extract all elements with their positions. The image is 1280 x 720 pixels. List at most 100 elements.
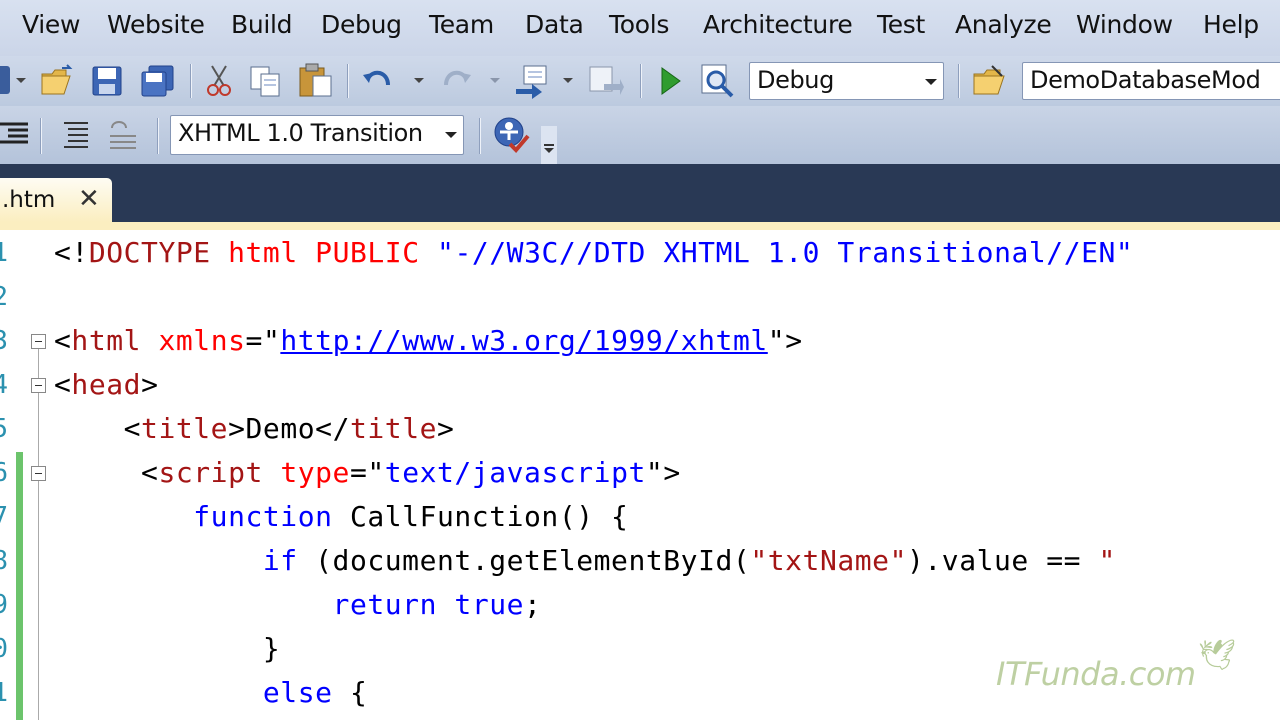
menu-help[interactable]: Help — [1203, 10, 1259, 39]
menu-tools[interactable]: Tools — [609, 10, 669, 39]
collapse-html-icon[interactable] — [31, 334, 46, 349]
code-token: =" — [349, 456, 385, 489]
undo-icon[interactable] — [362, 65, 394, 97]
menu-data[interactable]: Data — [525, 10, 584, 39]
code-token: < — [54, 368, 72, 401]
startup-project-dropdown[interactable]: DemoDatabaseMod — [1022, 62, 1280, 100]
outdent-icon[interactable] — [106, 118, 140, 152]
save-icon[interactable] — [91, 65, 123, 97]
menu-test[interactable]: Test — [877, 10, 925, 39]
code-token: < — [54, 324, 72, 357]
add-item-icon[interactable] — [0, 66, 10, 94]
add-item-dropdown-icon[interactable] — [16, 78, 26, 83]
copy-icon[interactable] — [248, 64, 284, 98]
code-token: Demo — [245, 412, 316, 445]
code-token: else — [262, 676, 333, 709]
solution-configuration-dropdown[interactable]: Debug — [749, 62, 944, 100]
collapse-script-icon[interactable] — [31, 466, 46, 481]
standard-toolbar: Debug DemoDatabaseMod — [0, 56, 1280, 106]
format-icon[interactable] — [58, 118, 92, 152]
tab-htm-document[interactable]: .htm ✕ — [0, 178, 112, 222]
code-editor[interactable]: 1 <!DOCTYPE html PUBLIC "-//W3C//DTD XHTM… — [0, 230, 1280, 720]
redo-dropdown-icon[interactable] — [490, 78, 500, 83]
code-line[interactable]: <!DOCTYPE html PUBLIC "-//W3C//DTD XHTML… — [54, 236, 1133, 269]
code-token: " — [1098, 544, 1116, 577]
code-line[interactable]: if (document.getElementById("txtName").v… — [54, 544, 1116, 577]
collapse-head-icon[interactable] — [31, 378, 46, 393]
menu-analyze[interactable]: Analyze — [955, 10, 1052, 39]
toolbar-separator — [40, 118, 41, 154]
toolbar-separator — [958, 64, 959, 98]
find-icon[interactable] — [586, 64, 624, 98]
code-line[interactable]: <script type="text/javascript"> — [54, 456, 681, 489]
redo-icon[interactable] — [440, 65, 472, 97]
undo-dropdown-icon[interactable] — [414, 78, 424, 83]
code-line[interactable]: <title>Demo</title> — [54, 412, 454, 445]
code-token: ).value == — [906, 544, 1099, 577]
line-number: 6 — [0, 458, 8, 488]
code-line[interactable]: function CallFunction() { — [54, 500, 628, 533]
menu-architecture[interactable]: Architecture — [703, 10, 853, 39]
code-token: return — [332, 588, 437, 621]
code-token: PUBLIC — [315, 236, 420, 269]
change-marker — [16, 452, 23, 720]
code-token: </ — [315, 412, 350, 445]
navigate-icon[interactable] — [514, 63, 554, 99]
code-token: > — [228, 412, 246, 445]
paste-icon[interactable] — [297, 62, 335, 98]
code-line[interactable]: else { — [54, 676, 367, 709]
code-line[interactable]: return true; — [54, 588, 541, 621]
menu-build[interactable]: Build — [231, 10, 293, 39]
code-token: <! — [54, 236, 89, 269]
code-token: > — [141, 368, 159, 401]
menu-team[interactable]: Team — [429, 10, 494, 39]
code-token: CallFunction() { — [332, 500, 629, 533]
chevron-down-icon — [445, 132, 457, 138]
menu-window[interactable]: Window — [1076, 10, 1173, 39]
bird-logo-icon: 🕊 — [1198, 638, 1237, 673]
line-number: 4 — [0, 370, 8, 400]
solution-explorer-icon[interactable] — [972, 64, 1010, 98]
startup-project-value: DemoDatabaseMod — [1030, 66, 1261, 94]
code-token: title — [141, 412, 229, 445]
open-folder-icon[interactable] — [40, 64, 76, 98]
html-source-toolbar: XHTML 1.0 Transition — [0, 106, 1280, 166]
cut-icon[interactable] — [204, 64, 234, 98]
code-token: true — [454, 588, 525, 621]
validation-schema-dropdown[interactable]: XHTML 1.0 Transition — [170, 115, 464, 155]
code-token: html — [228, 236, 298, 269]
code-token: title — [349, 412, 438, 445]
code-token: if — [262, 544, 298, 577]
menu-view[interactable]: View — [22, 10, 80, 39]
line-number: 3 — [0, 326, 8, 356]
line-number: 1 — [0, 678, 8, 708]
code-line[interactable]: } — [54, 632, 280, 665]
save-all-icon[interactable] — [140, 64, 176, 98]
solution-configuration-value: Debug — [757, 66, 834, 94]
code-line[interactable]: <html xmlns="http://www.w3.org/1999/xhtm… — [54, 324, 803, 357]
line-number: 7 — [0, 502, 8, 532]
indent-icon[interactable] — [0, 118, 32, 150]
code-token: { — [332, 676, 368, 709]
menu-website[interactable]: Website — [107, 10, 205, 39]
attach-icon[interactable] — [698, 62, 738, 100]
close-icon[interactable]: ✕ — [78, 184, 100, 214]
code-token: http://www.w3.org/1999/xhtml — [280, 324, 768, 357]
validation-schema-value: XHTML 1.0 Transition — [178, 119, 423, 147]
toolbar-overflow-button[interactable] — [541, 126, 557, 166]
menu-debug[interactable]: Debug — [321, 10, 402, 39]
code-token: "> — [645, 456, 681, 489]
check-accessibility-icon[interactable] — [492, 116, 530, 154]
start-debug-icon[interactable] — [658, 66, 684, 96]
code-line[interactable]: <head> — [54, 368, 158, 401]
navigate-dropdown-icon[interactable] — [563, 78, 573, 83]
code-token: > — [437, 412, 455, 445]
code-token: type — [280, 456, 350, 489]
